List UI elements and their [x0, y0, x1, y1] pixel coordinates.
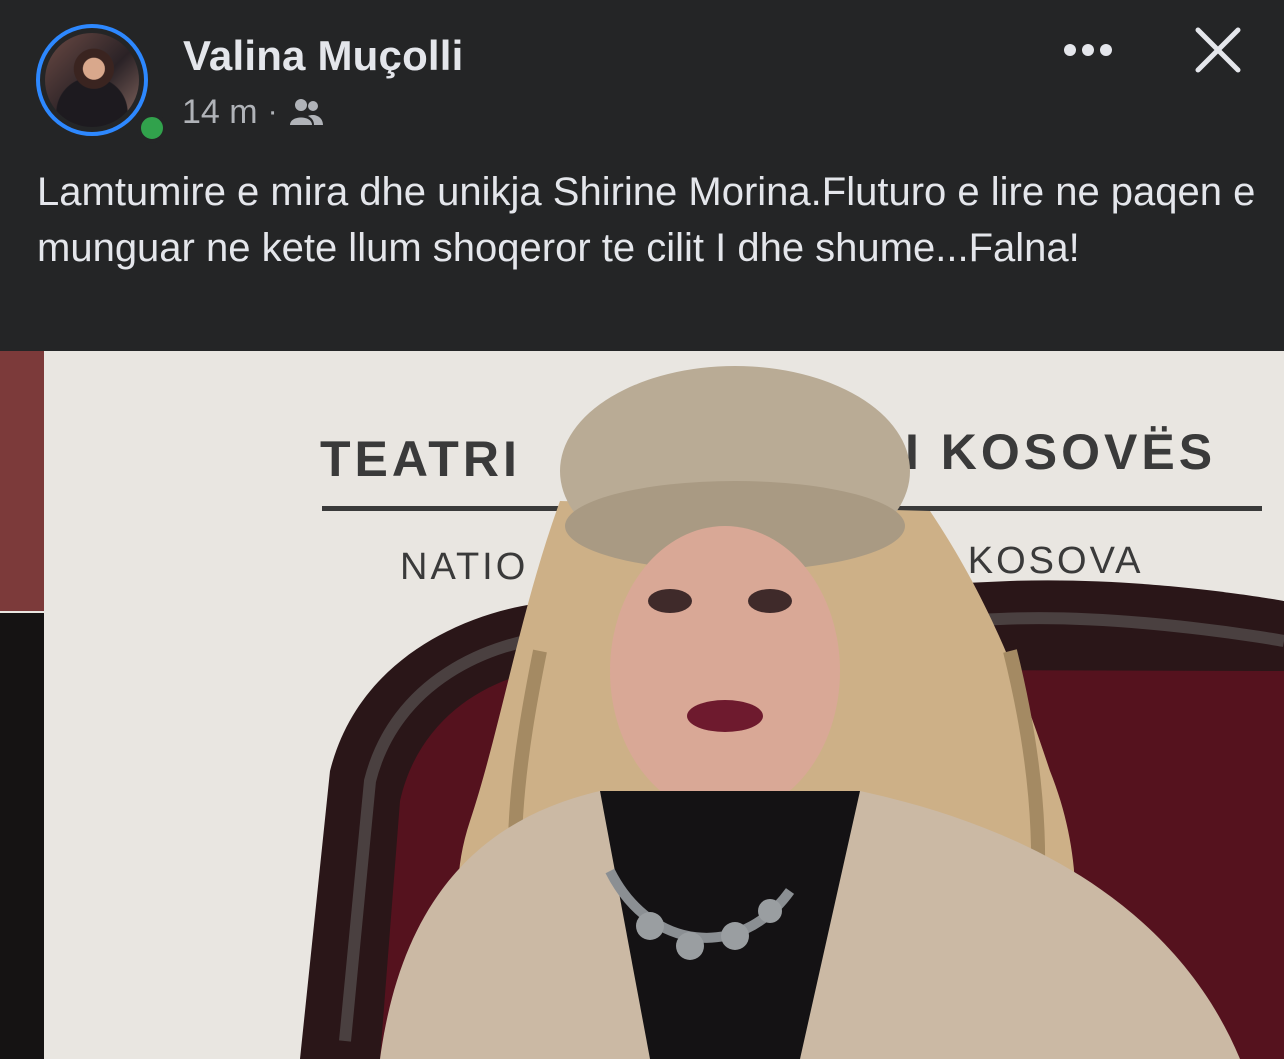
meta-separator: · [267, 95, 278, 128]
more-options-icon[interactable] [1056, 30, 1120, 70]
banner-text-teatri: TEATRI [320, 431, 521, 487]
post-meta: 14 m · [182, 92, 324, 132]
more-dot [1100, 44, 1112, 56]
post-header: Valina Muçolli 14 m · [0, 0, 1284, 150]
banner-text-natio: NATIO [400, 546, 528, 588]
avatar-image [45, 33, 139, 127]
close-icon[interactable] [1190, 22, 1246, 78]
more-dot [1064, 44, 1076, 56]
banner-text-kosoves: I KOSOVËS [905, 424, 1216, 480]
friends-icon[interactable] [288, 95, 324, 129]
face [610, 526, 840, 816]
online-status-indicator [137, 113, 167, 143]
author-name[interactable]: Valina Muçolli [183, 32, 464, 80]
post-timestamp[interactable]: 14 m [182, 93, 258, 132]
red-curtain [0, 351, 44, 611]
post-photo[interactable]: TEATRI I KOSOVËS NATIO F KOSOVA [0, 351, 1284, 1059]
post-text: Lamtumire e mira dhe unikja Shirine Mori… [37, 170, 1256, 270]
author-avatar[interactable] [36, 24, 167, 144]
more-dot [1082, 44, 1094, 56]
photo-illustration: TEATRI I KOSOVËS NATIO F KOSOVA [0, 351, 1284, 1059]
